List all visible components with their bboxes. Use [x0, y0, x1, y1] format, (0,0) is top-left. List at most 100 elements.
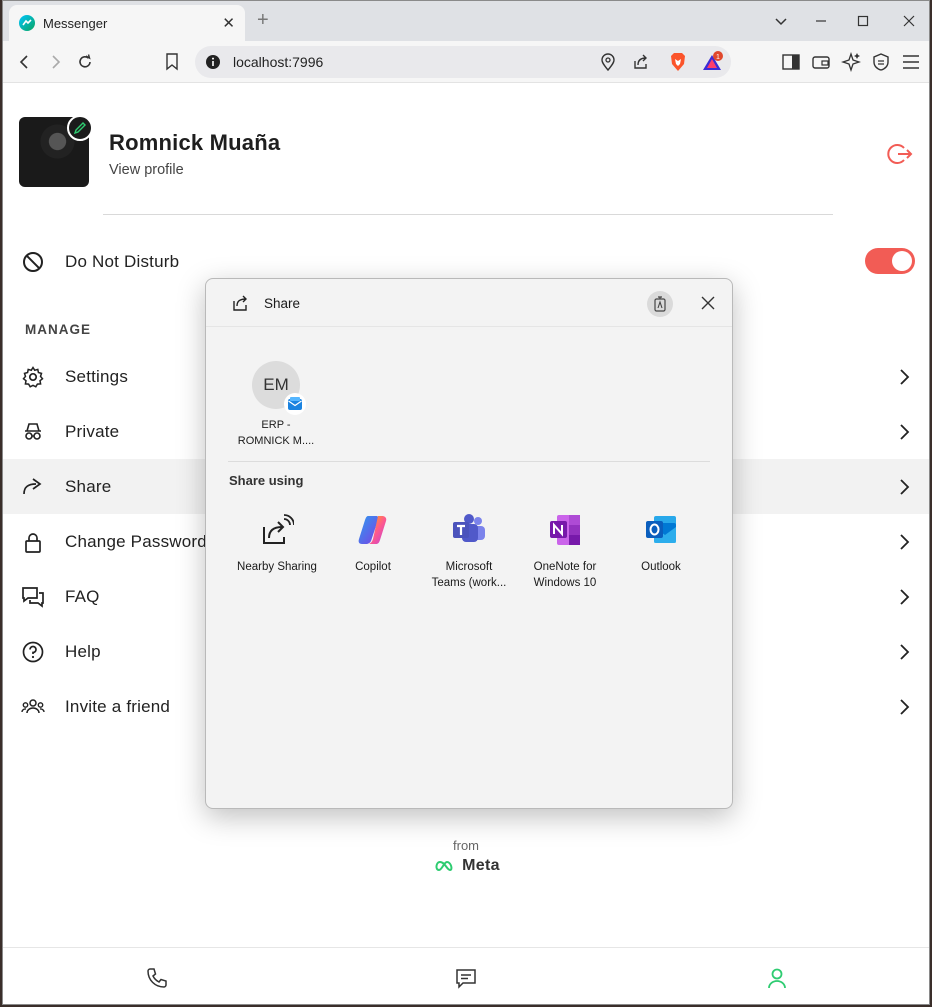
address-bar[interactable]: localhost:7996 1: [195, 46, 731, 78]
contact-avatar: EM: [252, 361, 306, 415]
block-icon: [21, 250, 45, 274]
from-label: from: [453, 838, 479, 853]
chevron-right-icon: [900, 698, 910, 715]
mail-app-icon: [284, 393, 306, 415]
share-using-heading: Share using: [229, 473, 304, 488]
back-icon[interactable]: [13, 50, 37, 74]
gear-icon: [21, 365, 45, 389]
share-page-icon[interactable]: [632, 53, 650, 76]
phone-icon[interactable]: [146, 967, 168, 989]
app-name-line2: Windows 10: [533, 577, 597, 589]
tab-strip: Messenger ✕ +: [3, 1, 929, 41]
tab-title: Messenger: [43, 15, 108, 31]
wallet-icon[interactable]: [809, 50, 833, 74]
chevron-right-icon: [900, 533, 910, 550]
url-text: localhost:7996: [233, 54, 324, 70]
site-info-icon[interactable]: [205, 54, 221, 75]
share-dialog: Share EM ERP - ROMNICK M.... Share using: [205, 278, 733, 809]
group-icon: [21, 695, 45, 719]
maximize-icon[interactable]: [849, 7, 877, 35]
minimize-icon[interactable]: [807, 7, 835, 35]
teams-icon: [452, 513, 486, 547]
chevron-right-icon: [900, 643, 910, 660]
sidebar-toggle-icon[interactable]: [779, 50, 803, 74]
pencil-edit-icon[interactable]: [67, 115, 93, 141]
menu-item-label: Invite a friend: [65, 696, 171, 716]
tab-close-icon[interactable]: ✕: [222, 14, 235, 32]
window-close-icon[interactable]: [895, 7, 923, 35]
chat-icon[interactable]: [455, 967, 477, 989]
app-name: Outlook: [615, 559, 707, 575]
contact-name: ERP - ROMNICK M....: [236, 417, 316, 449]
profile-name: Romnick Muaña: [109, 130, 281, 155]
meta-logo-icon: [435, 860, 453, 872]
share-dialog-header: Share: [206, 279, 732, 327]
share-app-microsoft-teams[interactable]: Microsoft Teams (work...: [423, 513, 515, 591]
meta-wordmark: Meta: [462, 857, 500, 874]
forward-icon[interactable]: [43, 50, 67, 74]
brave-shield-icon[interactable]: [669, 52, 687, 77]
user-icon[interactable]: [766, 967, 788, 989]
logout-icon[interactable]: [887, 141, 913, 167]
share-app-nearby-sharing[interactable]: Nearby Sharing: [231, 513, 323, 575]
share-app-copilot[interactable]: Copilot: [327, 513, 419, 575]
outlook-icon: [644, 513, 678, 547]
menu-item-label: Private: [65, 421, 120, 441]
share-arrow-icon: [21, 475, 45, 499]
chevron-right-icon: [900, 588, 910, 605]
menu-icon[interactable]: [899, 50, 923, 74]
menu-item-label: Help: [65, 641, 101, 661]
dnd-toggle[interactable]: [865, 248, 915, 274]
share-contact[interactable]: EM ERP - ROMNICK M....: [236, 361, 316, 449]
app-name-line1: Copilot: [355, 561, 391, 573]
bookmark-icon[interactable]: [160, 50, 184, 74]
brave-rewards-icon[interactable]: 1: [702, 51, 724, 78]
nearby-share-toggle-icon[interactable]: [647, 291, 673, 317]
chevron-right-icon: [900, 423, 910, 440]
messenger-icon: [19, 15, 35, 31]
view-profile-link[interactable]: View profile: [109, 162, 184, 178]
app-name-line2: Teams (work...: [431, 577, 507, 589]
toggle-knob: [892, 251, 912, 271]
contact-initials: EM: [263, 375, 289, 394]
share-app-onenote[interactable]: OneNote for Windows 10: [519, 513, 611, 591]
app-name: Nearby Sharing: [231, 559, 323, 575]
menu-item-label: FAQ: [65, 586, 100, 606]
rewards-badge-count: 1: [716, 54, 720, 61]
dnd-label: Do Not Disturb: [65, 251, 180, 271]
app-name-line1: Microsoft: [445, 561, 493, 573]
onenote-icon: [548, 513, 582, 547]
chat-bubbles-icon: [21, 585, 45, 609]
share-app-outlook[interactable]: Outlook: [615, 513, 707, 575]
contact-name-line2: ROMNICK M....: [237, 435, 315, 447]
menu-item-label: Settings: [65, 366, 129, 386]
divider: [228, 461, 710, 462]
browser-window: Messenger ✕ + localhost:7996 1 Romnick M…: [2, 0, 930, 1005]
app-name: Microsoft Teams (work...: [423, 559, 515, 591]
tab-search-icon[interactable]: [767, 7, 795, 35]
share-icon: [232, 294, 250, 317]
location-pin-icon[interactable]: [600, 53, 616, 76]
contact-name-line1: ERP -: [261, 419, 291, 431]
app-name-line1: OneNote for: [533, 561, 597, 573]
copilot-icon: [356, 513, 390, 547]
app-name-line1: Nearby Sharing: [237, 561, 317, 573]
incognito-icon: [21, 420, 45, 444]
new-tab-icon[interactable]: +: [257, 9, 269, 32]
tab-messenger[interactable]: Messenger ✕: [9, 5, 245, 41]
app-name: OneNote for Windows 10: [519, 559, 611, 591]
vpn-shield-icon[interactable]: [869, 50, 893, 74]
chevron-right-icon: [900, 478, 910, 495]
question-circle-icon: [21, 640, 45, 664]
reload-icon[interactable]: [73, 50, 97, 74]
app-name-line1: Outlook: [641, 561, 681, 573]
nearby-sharing-icon: [260, 513, 294, 547]
close-icon[interactable]: [699, 294, 717, 312]
meta-brand: Meta: [3, 857, 929, 875]
leo-ai-icon[interactable]: [839, 50, 863, 74]
menu-item-label: Share: [65, 476, 112, 496]
browser-toolbar: localhost:7996 1: [3, 41, 929, 83]
chevron-right-icon: [900, 368, 910, 385]
menu-item-label: Change Password: [65, 531, 207, 551]
app-name: Copilot: [327, 559, 419, 575]
